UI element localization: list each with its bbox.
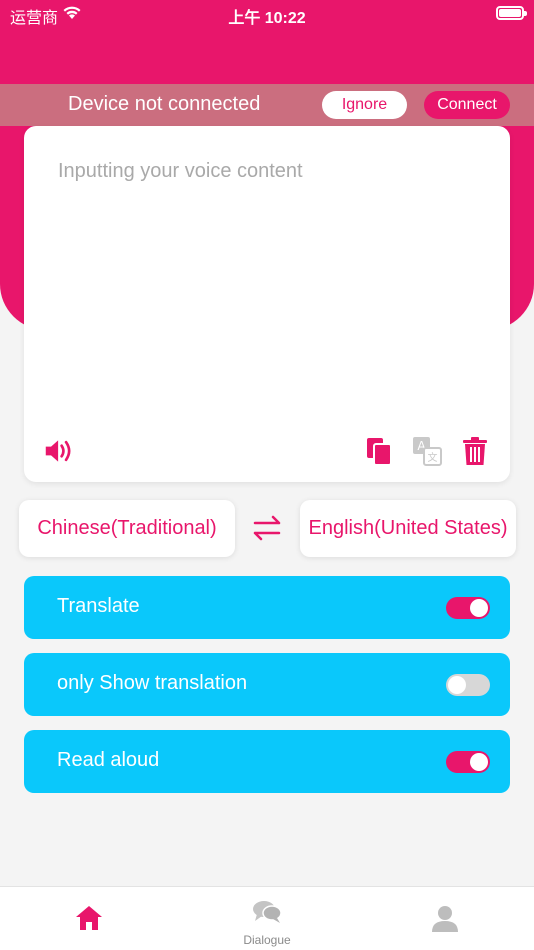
only-show-translation-label: only Show translation (57, 672, 248, 694)
clock: 上午 10:22 (228, 10, 306, 27)
swap-languages-icon[interactable] (251, 513, 283, 543)
read-aloud-row[interactable]: Read aloud (24, 730, 510, 793)
connect-button[interactable]: Connect (424, 91, 510, 119)
read-aloud-toggle[interactable] (446, 751, 490, 773)
bottom-nav: Dialogue (0, 886, 534, 950)
nav-profile[interactable] (356, 887, 534, 950)
read-aloud-label: Read aloud (57, 749, 160, 771)
trash-icon[interactable] (460, 436, 490, 466)
translate-row[interactable]: Translate (24, 576, 510, 639)
only-show-translation-row[interactable]: only Show translation (24, 653, 510, 716)
copy-icon[interactable] (364, 436, 394, 466)
battery-icon (496, 6, 527, 20)
translate-icon[interactable]: A 文 (412, 436, 442, 466)
connection-status-text: Device not connected (68, 93, 261, 115)
source-language-button[interactable]: Chinese(Traditional) (19, 500, 235, 557)
translate-toggle[interactable] (446, 597, 490, 619)
nav-dialogue[interactable]: Dialogue (178, 887, 356, 950)
nav-home[interactable] (0, 887, 178, 950)
nav-dialogue-label: Dialogue (243, 933, 291, 947)
svg-text:文: 文 (428, 451, 438, 464)
target-language-button[interactable]: English(United States) (300, 500, 516, 557)
translate-label: Translate (57, 595, 140, 617)
voice-input-card[interactable]: Inputting your voice content A 文 (24, 126, 510, 482)
ignore-button[interactable]: Ignore (322, 91, 407, 119)
person-icon (432, 906, 458, 932)
home-icon (76, 906, 102, 930)
voice-input-placeholder: Inputting your voice content (58, 160, 303, 182)
chat-icon (253, 901, 282, 923)
only-show-translation-toggle[interactable] (446, 674, 490, 696)
connection-banner: Device not connected Ignore Connect (0, 84, 534, 126)
status-bar: 运营商 上午 10:22 (0, 0, 534, 30)
speaker-icon[interactable] (44, 436, 74, 466)
